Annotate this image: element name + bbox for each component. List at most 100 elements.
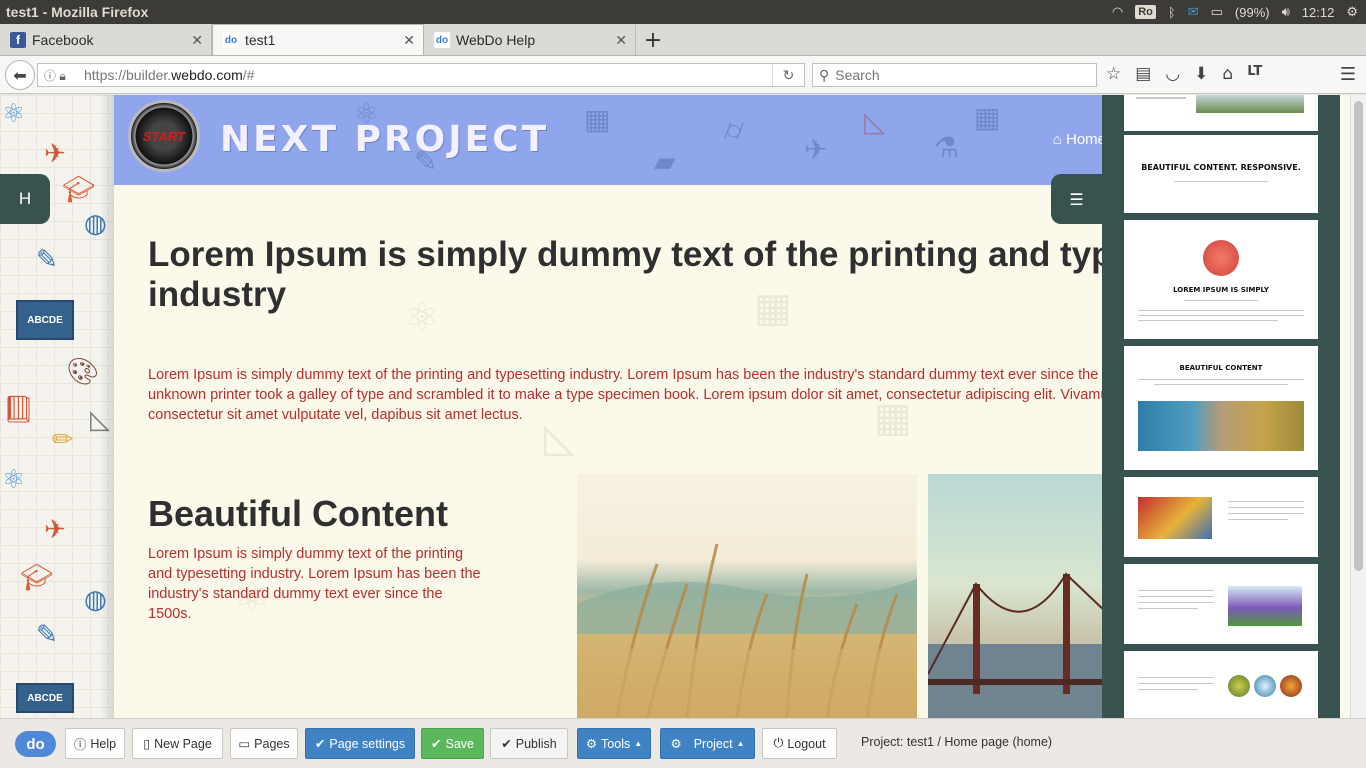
- home-icon[interactable]: ⌂: [1222, 64, 1233, 84]
- tab-test1[interactable]: do test1 ✕: [212, 24, 424, 55]
- settings-gear-icon[interactable]: ⚙: [1346, 4, 1358, 20]
- hamburger-menu-icon[interactable]: ☰: [1340, 64, 1356, 85]
- block-circle-image: [1254, 675, 1276, 697]
- site-info-icon[interactable]: ⓘ 🔒︎: [38, 67, 84, 84]
- hero-title[interactable]: Lorem Ipsum is simply dummy text of the …: [148, 235, 1102, 315]
- close-tab-icon[interactable]: ✕: [615, 32, 627, 49]
- battery-percent[interactable]: (99%): [1235, 5, 1270, 20]
- info-icon: ⓘ: [73, 738, 87, 752]
- site-title: NEXT PROJECT: [220, 119, 550, 160]
- tab-label: WebDo Help: [456, 32, 536, 48]
- left-panel-toggle-button[interactable]: H: [0, 174, 50, 224]
- paper-plane-icon: ✈: [44, 515, 66, 545]
- graduation-cap-icon: 🎓︎: [20, 563, 54, 593]
- home-icon: ⌂: [1052, 131, 1062, 148]
- check-icon: ✔: [431, 737, 442, 751]
- language-tool-icon[interactable]: LT: [1247, 64, 1262, 84]
- tab-facebook[interactable]: f Facebook ✕: [0, 25, 212, 55]
- nav-home-link[interactable]: ⌂ Home: [1053, 131, 1102, 148]
- search-icon: ⚲: [819, 66, 830, 83]
- bookmark-star-icon[interactable]: ☆: [1106, 64, 1121, 84]
- logo-text: START: [142, 128, 186, 144]
- new-tab-button[interactable]: +: [636, 25, 670, 55]
- gears-icon: ⚙: [585, 737, 598, 751]
- publish-button[interactable]: ✔ Publish: [490, 728, 568, 759]
- battery-icon[interactable]: ▭: [1211, 4, 1223, 20]
- bridge-image[interactable]: [928, 474, 1102, 718]
- builder-toolbar: do ⓘ Help ▯ New Page ▭ Pages ✔ Page settings…: [0, 718, 1366, 768]
- tools-dropdown-button[interactable]: ⚙ Tools ▲: [577, 728, 651, 759]
- gear-icon: ⚙: [670, 737, 682, 751]
- book-icon: ▭: [238, 737, 251, 751]
- palette-icon: 🎨︎: [66, 357, 100, 387]
- block-flower-image: [1203, 240, 1239, 276]
- search-placeholder: Search: [835, 67, 880, 83]
- logout-button[interactable]: ⏻ Logout: [762, 728, 837, 759]
- search-input[interactable]: ⚲ Search: [812, 63, 1097, 87]
- site-header[interactable]: ⚛ ✎ ▦ ▰ ⌭ ✈ ◺ ⚗ ▦ START NEXT PROJECT ⌂ H…: [114, 95, 1102, 185]
- hero-paragraph[interactable]: Lorem Ipsum is simply dummy text of the …: [148, 365, 1102, 425]
- site-preview[interactable]: ⚛ ▦ ▦ ◺ ⚛ ⚛ ✎ ▦ ▰ ⌭ ✈ ◺ ⚗ ▦ START NEXT P…: [114, 95, 1102, 718]
- downloads-icon[interactable]: ⬇: [1194, 64, 1208, 84]
- project-dropdown-button[interactable]: ⚙ Project ▲: [660, 728, 755, 759]
- back-button[interactable]: ⬅: [5, 60, 35, 90]
- block-thumbnail[interactable]: [1124, 651, 1318, 718]
- browser-nav-bar: ⬅ ⓘ 🔒︎ https://builder.webdo.com/# ↻ ⚲ S…: [0, 56, 1366, 94]
- block-fabric-image: [1138, 497, 1212, 539]
- pages-button[interactable]: ▭ Pages: [230, 728, 298, 759]
- block-thumbnail[interactable]: LOREM IPSUM IS SIMPLY: [1124, 220, 1318, 339]
- url-bar[interactable]: ⓘ 🔒︎ https://builder.webdo.com/# ↻: [37, 63, 805, 87]
- facebook-favicon-icon: f: [10, 32, 26, 48]
- block-thumbnail[interactable]: [1124, 564, 1318, 644]
- page-scrollbar[interactable]: [1350, 95, 1366, 718]
- tab-label: test1: [245, 32, 276, 48]
- url-text: https://builder.webdo.com/#: [84, 67, 255, 83]
- wheat-field-image[interactable]: [577, 474, 917, 718]
- save-button[interactable]: ✔ Save: [421, 728, 484, 759]
- block-thumbnail[interactable]: [1124, 95, 1318, 131]
- wheat-stalks: [577, 543, 917, 718]
- flask-icon: ⚗: [934, 131, 960, 164]
- browser-tab-strip: f Facebook ✕ do test1 ✕ do WebDo Help ✕ …: [0, 24, 1366, 56]
- blocks-panel-menu-icon[interactable]: ☰: [1051, 174, 1102, 224]
- tab-label: Facebook: [32, 32, 94, 48]
- telescope-icon: ⌭: [724, 113, 745, 146]
- bluetooth-icon[interactable]: ᛒ: [1168, 5, 1176, 20]
- mail-icon[interactable]: ✉: [1188, 4, 1199, 20]
- bridge-drawing: [928, 572, 1102, 718]
- pen-icon: ✎: [36, 245, 58, 275]
- calculator-icon: ▦: [584, 103, 611, 136]
- block-thumbnail[interactable]: BEAUTIFUL CONTENT. RESPONSIVE.: [1124, 135, 1318, 213]
- caret-up-icon: ▲: [736, 739, 745, 748]
- volume-icon[interactable]: 🔊︎: [1282, 4, 1290, 20]
- check-icon: ✔: [501, 737, 512, 751]
- reload-icon[interactable]: ↻: [772, 64, 804, 86]
- block-thumbnail[interactable]: BEAUTIFUL CONTENT: [1124, 346, 1318, 470]
- section-paragraph[interactable]: Lorem Ipsum is simply dummy text of the …: [148, 544, 488, 624]
- webdo-logo[interactable]: do: [15, 731, 56, 757]
- site-logo[interactable]: START: [128, 100, 200, 172]
- project-status-text: Project: test1 / Home page (home): [861, 735, 1053, 749]
- scrollbar-thumb[interactable]: [1354, 101, 1363, 571]
- pencil-icon: ✏: [52, 425, 74, 455]
- book-icon: ▰: [654, 145, 676, 178]
- tab-webdo-help[interactable]: do WebDo Help ✕: [424, 25, 636, 55]
- atom-icon: ⚛: [2, 465, 26, 495]
- window-title: test1 - Mozilla Firefox: [6, 4, 149, 20]
- reader-view-icon[interactable]: ▤: [1135, 64, 1151, 84]
- section-title[interactable]: Beautiful Content: [148, 493, 448, 535]
- close-tab-icon[interactable]: ✕: [403, 32, 415, 49]
- block-thumbnail[interactable]: [1124, 477, 1318, 557]
- keyboard-layout-indicator[interactable]: Ro: [1135, 5, 1156, 19]
- page-shadow: [100, 95, 114, 718]
- new-page-button[interactable]: ▯ New Page: [132, 728, 223, 759]
- close-tab-icon[interactable]: ✕: [191, 32, 203, 49]
- block-gallery-image: [1138, 401, 1304, 451]
- clock[interactable]: 12:12: [1302, 5, 1335, 20]
- page-settings-button[interactable]: ✔ Page settings: [305, 728, 415, 759]
- help-button[interactable]: ⓘ Help: [65, 728, 125, 759]
- webdo-favicon-icon: do: [223, 32, 239, 48]
- pocket-icon[interactable]: ◡: [1165, 64, 1180, 84]
- wifi-icon[interactable]: ◠: [1112, 4, 1123, 20]
- os-top-panel: test1 - Mozilla Firefox ◠ Ro ᛒ ✉ ▭ (99%)…: [0, 0, 1366, 24]
